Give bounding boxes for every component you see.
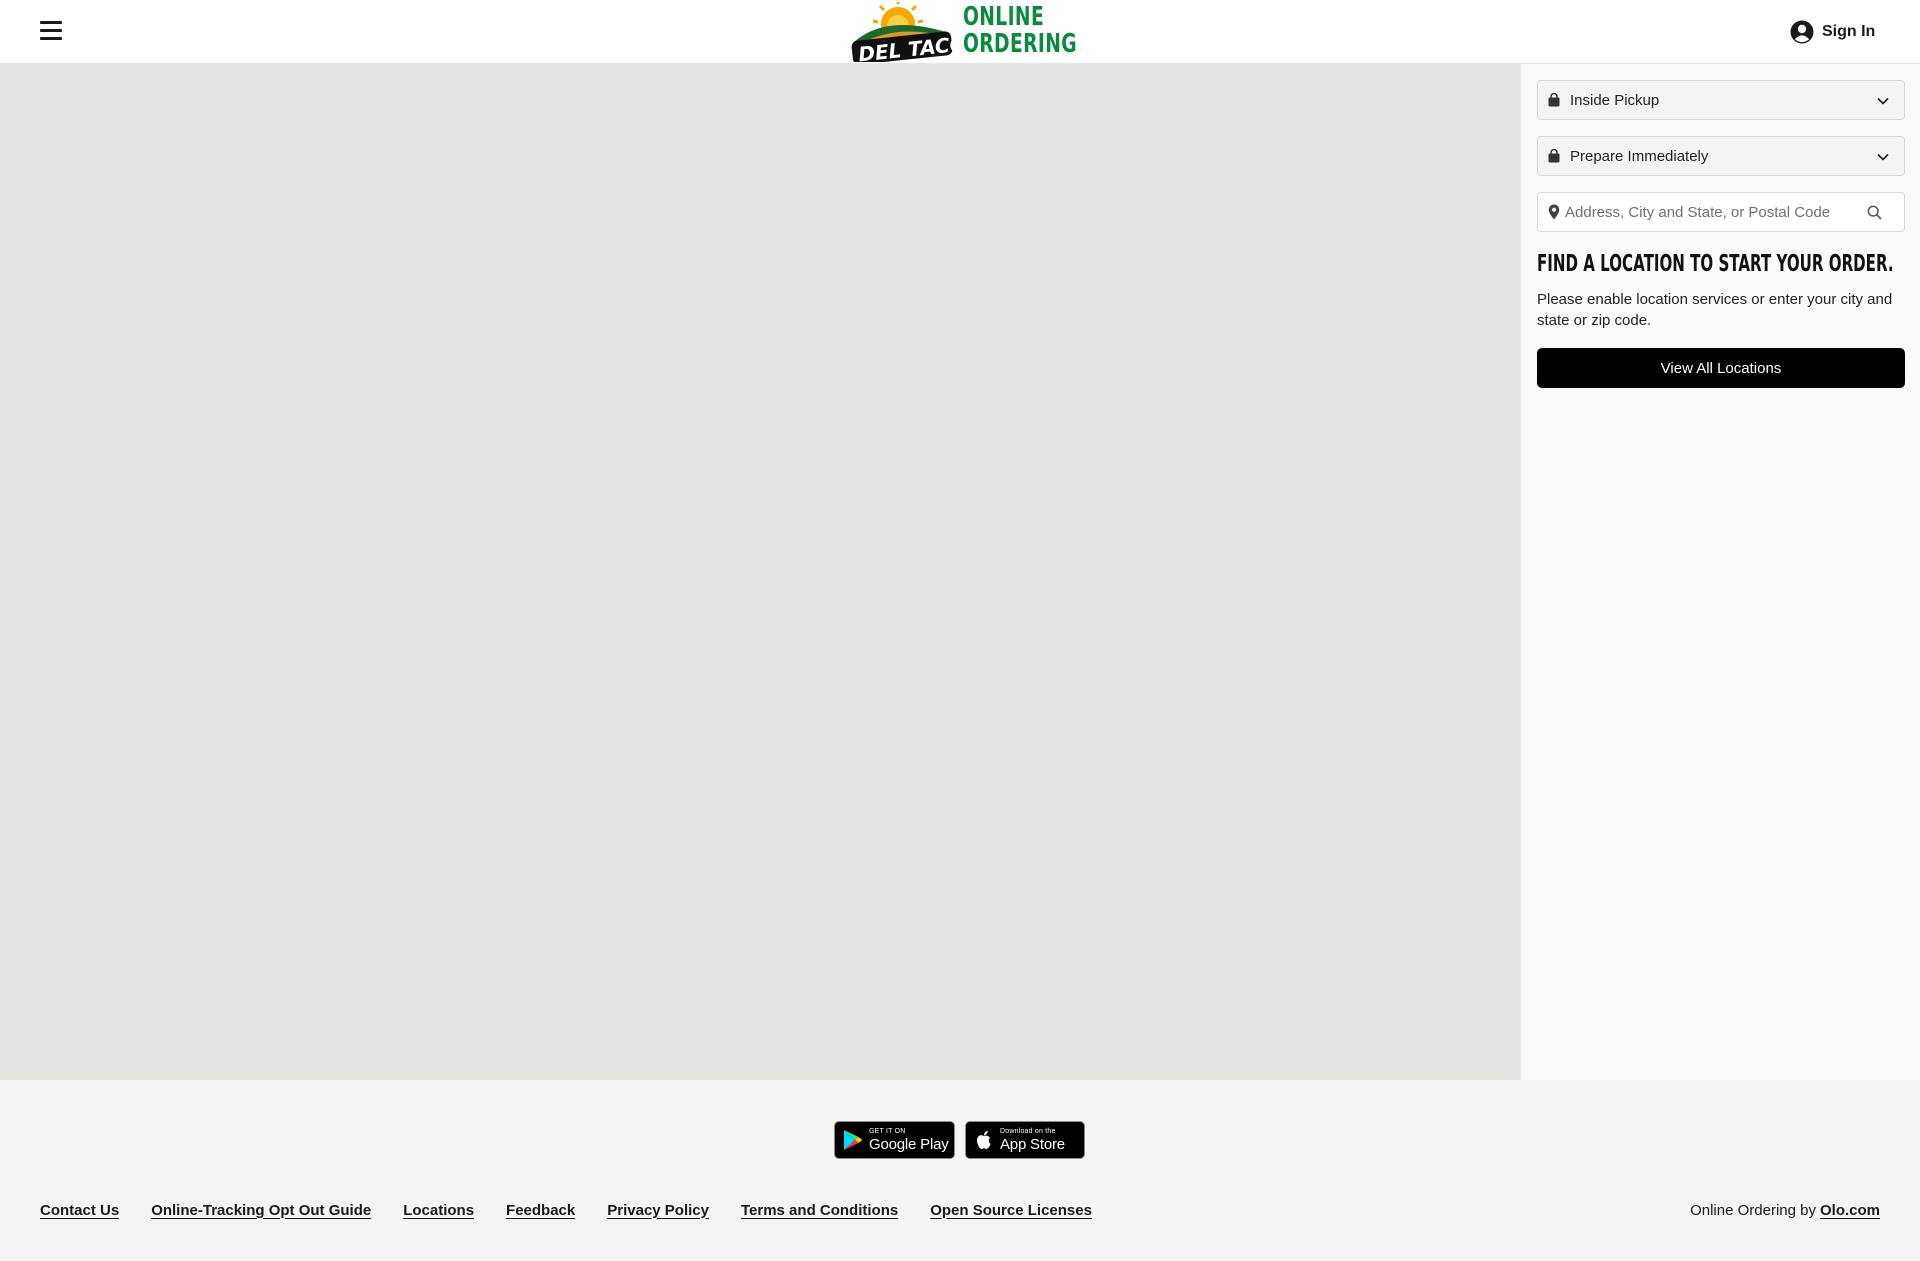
del-taco-online-ordering-logo[interactable]: DEL TACO ONLINE ORDERING bbox=[846, 2, 1077, 62]
footer-link-terms-and-conditions[interactable]: Terms and Conditions bbox=[741, 1202, 898, 1219]
footer-link-privacy-policy[interactable]: Privacy Policy bbox=[607, 1202, 709, 1219]
google-play-small-text: GET IT ON bbox=[869, 1128, 906, 1135]
app-store-small-text: Download on the bbox=[1000, 1128, 1056, 1135]
google-play-icon bbox=[844, 1130, 863, 1150]
footer-links: Contact Us Online-Tracking Opt Out Guide… bbox=[40, 1200, 1124, 1220]
chevron-down-icon bbox=[1877, 153, 1889, 161]
app-store-big-text: App Store bbox=[1000, 1136, 1065, 1153]
map-pin-icon bbox=[1548, 204, 1560, 220]
handoff-mode-select[interactable]: Inside Pickup bbox=[1537, 80, 1905, 120]
user-circle-icon bbox=[1790, 20, 1814, 44]
shopping-bag-icon bbox=[1548, 93, 1560, 107]
site-footer: GET IT ON Google Play Download on the Ap… bbox=[0, 1080, 1920, 1261]
location-sidebar: Inside Pickup Prepare Immediately Find a… bbox=[1520, 64, 1920, 1080]
footer-link-open-source-licenses[interactable]: Open Source Licenses bbox=[930, 1202, 1092, 1219]
del-taco-logo-icon: DEL TACO bbox=[851, 2, 956, 62]
hamburger-menu-icon[interactable] bbox=[40, 21, 62, 41]
location-search-field bbox=[1537, 192, 1905, 232]
powered-by: Online Ordering by Olo.com bbox=[1690, 1200, 1880, 1220]
footer-link-feedback[interactable]: Feedback bbox=[506, 1202, 575, 1219]
footer-link-locations[interactable]: Locations bbox=[403, 1202, 474, 1219]
location-map[interactable] bbox=[0, 64, 1520, 1080]
view-all-locations-button[interactable]: View All Locations bbox=[1537, 348, 1905, 388]
chevron-down-icon bbox=[1877, 97, 1889, 105]
powered-by-prefix: Online Ordering by bbox=[1690, 1201, 1816, 1219]
location-search-input[interactable] bbox=[1565, 197, 1865, 227]
logo-line1: ONLINE bbox=[963, 2, 1045, 32]
apple-icon bbox=[976, 1130, 991, 1149]
sign-in-button[interactable]: Sign In bbox=[1790, 19, 1875, 45]
app-store-badge[interactable]: Download on the App Store bbox=[965, 1121, 1085, 1159]
google-play-big-text: Google Play bbox=[869, 1136, 949, 1153]
footer-link-contact-us[interactable]: Contact Us bbox=[40, 1202, 119, 1219]
google-play-badge[interactable]: GET IT ON Google Play bbox=[834, 1121, 955, 1159]
order-time-select[interactable]: Prepare Immediately bbox=[1537, 136, 1905, 176]
find-location-heading: Find a location to start your order. bbox=[1537, 251, 1894, 277]
logo-online-ordering-text: ONLINE ORDERING bbox=[963, 2, 1077, 59]
logo-line2: ORDERING bbox=[963, 29, 1077, 59]
site-header: DEL TACO ONLINE ORDERING Sign In bbox=[0, 0, 1920, 64]
sign-in-label: Sign In bbox=[1822, 23, 1876, 40]
magnifier-icon[interactable] bbox=[1867, 205, 1882, 220]
handoff-mode-value: Inside Pickup bbox=[1570, 91, 1660, 109]
footer-link-online-tracking-opt-out-guide[interactable]: Online-Tracking Opt Out Guide bbox=[151, 1202, 371, 1219]
order-time-value: Prepare Immediately bbox=[1570, 147, 1709, 165]
olo-link[interactable]: Olo.com bbox=[1820, 1202, 1880, 1219]
shopping-bag-icon bbox=[1548, 149, 1560, 163]
find-location-description: Please enable location services or enter… bbox=[1537, 291, 1893, 329]
